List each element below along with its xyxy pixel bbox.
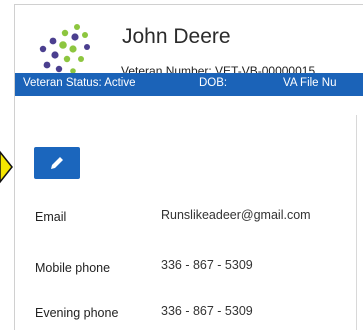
veteran-status-bar: Veteran Status: Active DOB: VA File Nu [15,73,363,96]
mobile-phone-value: 336 - 867 - 5309 [161,258,253,272]
evening-phone-value: 336 - 867 - 5309 [161,304,253,318]
pointer-arrow-icon [0,150,13,184]
email-value: Runslikeadeer@gmail.com [161,208,311,222]
email-label: Email [35,210,67,224]
veteran-name: John Deere [122,25,231,48]
dob-label: DOB: [199,77,228,89]
pencil-icon [51,157,63,169]
organization-logo [39,24,90,74]
veteran-status: Veteran Status: Active [23,77,136,89]
evening-phone-label: Evening phone [35,306,119,320]
va-file-label: VA File Nu [283,77,337,89]
mobile-phone-label: Mobile phone [35,261,111,275]
panel-divider [356,115,357,330]
profile-header: John Deere Veteran Number: VET-VB-000000… [15,5,363,78]
veteran-profile-card: John Deere Veteran Number: VET-VB-000000… [14,4,363,330]
edit-button[interactable] [34,147,80,179]
